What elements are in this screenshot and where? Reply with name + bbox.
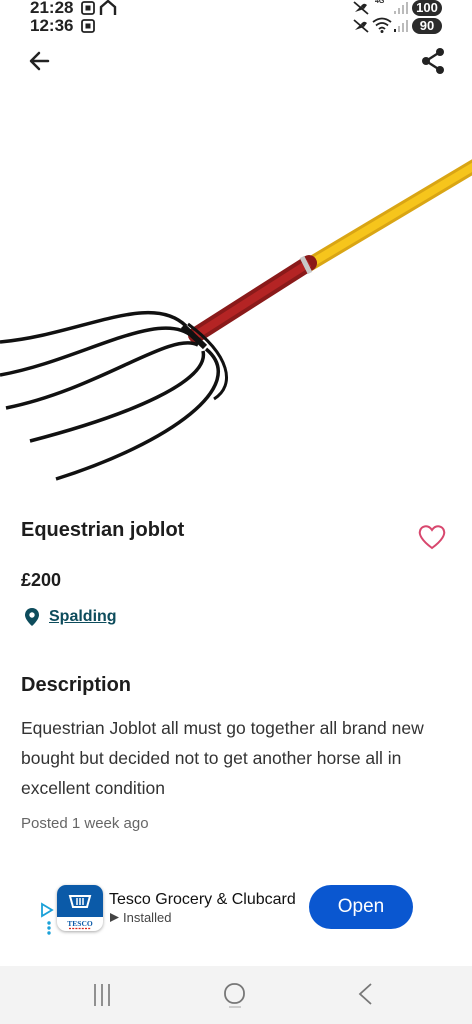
ad-install-status: Installed bbox=[109, 910, 171, 925]
installed-label: Installed bbox=[123, 910, 172, 925]
home-icon bbox=[99, 0, 117, 16]
adchoices-icon[interactable] bbox=[40, 902, 54, 940]
status-time-bottom: 12:36 bbox=[30, 16, 74, 35]
posted-time: Posted 1 week ago bbox=[21, 815, 149, 832]
system-navigation-bar bbox=[0, 966, 472, 1024]
back-button[interactable] bbox=[24, 47, 56, 75]
battery-indicator-top: 100 bbox=[412, 0, 442, 16]
recent-apps-icon bbox=[94, 984, 110, 1006]
listing-price: £200 bbox=[21, 570, 62, 590]
screenshot-icon bbox=[80, 18, 96, 34]
description-heading: Description bbox=[21, 674, 132, 696]
open-button[interactable]: Open bbox=[309, 885, 413, 929]
signal-icon bbox=[393, 1, 409, 15]
back-nav-button[interactable] bbox=[355, 980, 377, 1010]
network-4g-icon: 4G bbox=[375, 0, 385, 5]
share-button[interactable] bbox=[418, 46, 448, 76]
tesco-logo-text: TESCO bbox=[67, 919, 93, 928]
listing-title: Equestrian joblot bbox=[21, 519, 185, 541]
mute-icon bbox=[352, 0, 370, 16]
screenshot-icon bbox=[80, 0, 96, 16]
heart-icon bbox=[418, 525, 446, 550]
play-store-icon bbox=[110, 913, 119, 922]
battery-indicator-bottom: 90 bbox=[412, 18, 442, 34]
description-text: Equestrian Joblot all must go together a… bbox=[21, 718, 424, 798]
status-bar-bottom: 12:36 90 bbox=[0, 16, 472, 36]
home-button[interactable] bbox=[222, 980, 248, 1010]
map-pin-icon bbox=[25, 608, 39, 626]
app-install-ad[interactable]: TESCO Tesco Grocery & Clubcard Installed… bbox=[0, 876, 472, 946]
share-icon bbox=[422, 48, 444, 74]
ad-app-name: Tesco Grocery & Clubcard bbox=[109, 891, 296, 908]
pitchfork-image bbox=[0, 159, 472, 481]
mute-icon bbox=[352, 18, 370, 34]
listing-page: 21:28 4G 100 12:36 90 Equestrian joblot … bbox=[0, 0, 472, 1024]
recent-apps-button[interactable] bbox=[91, 980, 113, 1010]
product-image[interactable] bbox=[0, 95, 472, 500]
arrow-left-icon bbox=[29, 51, 50, 71]
wifi-icon bbox=[372, 17, 392, 33]
home-circle-icon bbox=[224, 983, 245, 1008]
tesco-app-icon[interactable]: TESCO bbox=[57, 885, 103, 931]
favorite-button[interactable] bbox=[417, 523, 447, 551]
location-text[interactable]: Spalding bbox=[49, 608, 117, 626]
chevron-left-icon bbox=[358, 983, 372, 1005]
location-link[interactable]: Spalding bbox=[24, 607, 117, 627]
signal-icon bbox=[393, 19, 409, 33]
